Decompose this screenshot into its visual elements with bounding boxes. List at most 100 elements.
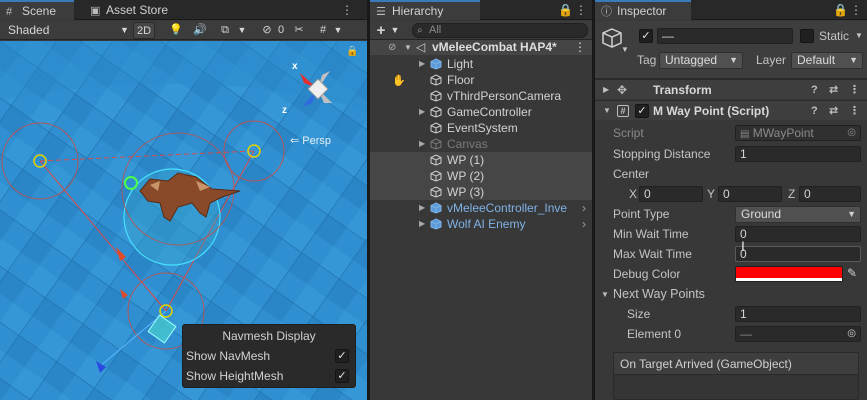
show-navmesh-checkbox[interactable]: ✓ <box>335 349 349 363</box>
debug-color-swatch[interactable] <box>735 266 843 282</box>
prefab-icon <box>430 58 442 70</box>
hierarchy-item[interactable]: WP (2) <box>370 168 592 184</box>
hierarchy-item[interactable]: ▶ Canvas <box>370 136 592 152</box>
audio-icon[interactable]: 🔊 <box>192 22 208 39</box>
static-dropdown-icon[interactable]: ▼ <box>855 31 863 40</box>
max-wait-time-field[interactable]: 0 <box>735 246 861 262</box>
object-name-field[interactable]: — <box>657 28 793 44</box>
expanded-arrow-icon[interactable]: ▼ <box>601 290 609 299</box>
add-button[interactable]: + <box>374 22 388 39</box>
static-checkbox[interactable] <box>800 29 814 43</box>
expand-arrow-icon[interactable]: ▶ <box>419 104 429 120</box>
hierarchy-item[interactable]: ▶ GameController <box>370 104 592 120</box>
icon-dropdown-icon[interactable]: ▼ <box>621 45 629 54</box>
hierarchy-search-input[interactable]: ⌕ All <box>412 23 588 38</box>
center-x-field[interactable]: 0 <box>639 186 703 202</box>
point-type-dropdown[interactable]: Ground ▼ <box>735 206 861 223</box>
waypoint-component-header[interactable]: ▼ # ✓ M Way Point (Script) ? ⇄ ⋮ <box>595 100 867 120</box>
inspector-panel: ⓘ Inspector 🔒 ⋮ ▼ ✓ — Static ▼ Tag Untagg… <box>595 0 867 400</box>
center-z-field[interactable]: 0 <box>799 186 861 202</box>
axis-x-label: x <box>292 61 298 72</box>
gameobject-icon <box>430 74 442 86</box>
layer-dropdown[interactable]: Default ▼ <box>791 52 863 69</box>
shading-mode-dropdown[interactable]: Shaded ▼ <box>8 22 129 39</box>
object-picker-icon[interactable]: ◎ <box>847 327 856 341</box>
prefab-open-icon[interactable]: › <box>582 216 586 232</box>
grid-snap-icon[interactable]: # <box>316 22 330 39</box>
hidden-objects-icon[interactable]: ⊘ <box>260 22 274 39</box>
hierarchy-item[interactable]: WP (3) <box>370 184 592 200</box>
scene-menu-icon[interactable]: ⋮ <box>574 40 586 55</box>
hierarchy-item-label: vMeleeController_Inve <box>447 201 568 215</box>
effects-dropdown-icon[interactable]: ▼ <box>236 22 248 39</box>
hierarchy-item[interactable]: EventSystem <box>370 120 592 136</box>
inspector-tabbar: ⓘ Inspector 🔒 ⋮ <box>595 0 867 20</box>
tab-inspector[interactable]: ⓘ Inspector <box>595 0 691 20</box>
transform-icon: ✥ <box>617 83 628 97</box>
expanded-arrow-icon[interactable]: ▼ <box>603 101 611 121</box>
hierarchy-item[interactable]: vThirdPersonCamera <box>370 88 592 104</box>
eye-off-icon[interactable]: ⊘ <box>388 40 396 55</box>
grid-icon: # <box>6 6 13 18</box>
hierarchy-item[interactable]: Floor <box>370 72 592 88</box>
effects-icon[interactable]: ⧉ <box>216 22 234 39</box>
tab-menu-icon[interactable]: ⋮ <box>340 1 354 19</box>
scene-toolbar: Shaded ▼ 2D 💡 🔊 ⧉ ▼ ⊘ 0 ✂ # ▼ <box>0 21 367 40</box>
hierarchy-item-label: Wolf AI Enemy <box>447 217 526 231</box>
tab-menu-icon[interactable]: ⋮ <box>574 1 588 19</box>
hierarchy-item-label: Canvas <box>447 137 488 151</box>
add-dropdown-icon[interactable]: ▼ <box>390 22 400 39</box>
help-icon[interactable]: ? <box>811 80 818 100</box>
presets-icon[interactable]: ⇄ <box>829 80 838 100</box>
store-icon: ▣ <box>90 5 101 17</box>
event-title: On Target Arrived (GameObject) <box>614 353 858 375</box>
show-heightmesh-row[interactable]: Show HeightMesh ✓ <box>186 367 349 385</box>
hierarchy-item[interactable]: ▶ Light <box>370 56 592 72</box>
persp-label[interactable]: ⇐ Persp <box>290 134 331 147</box>
scene-tabbar: # Scene ▣ Asset Store ⋮ <box>0 0 367 20</box>
chevron-down-icon: ▼ <box>120 25 129 35</box>
tab-scene[interactable]: # Scene <box>0 0 74 20</box>
expand-arrow-icon[interactable]: ▶ <box>419 216 429 232</box>
hierarchy-item[interactable]: ▶ Wolf AI Enemy › <box>370 216 592 232</box>
collapsed-arrow-icon[interactable]: ▶ <box>603 80 609 100</box>
hierarchy-item-label: Light <box>447 57 474 71</box>
expand-arrow-icon[interactable]: ▼ <box>404 40 412 55</box>
lock-icon[interactable]: 🔒 <box>558 1 573 19</box>
component-menu-icon[interactable]: ⋮ <box>849 101 860 121</box>
eyedropper-icon[interactable]: ✎ <box>847 266 857 280</box>
scene-panel: # Scene ▣ Asset Store ⋮ Shaded ▼ 2D 💡 🔊 ⧉ … <box>0 0 367 400</box>
hierarchy-item[interactable]: WP (1) <box>370 152 592 168</box>
tools-icon[interactable]: ✂ <box>292 22 306 39</box>
tag-dropdown[interactable]: Untagged ▼ <box>659 52 743 69</box>
show-heightmesh-checkbox[interactable]: ✓ <box>335 369 349 383</box>
component-enabled-checkbox[interactable]: ✓ <box>635 104 649 118</box>
expand-arrow-icon[interactable]: ▶ <box>419 136 429 152</box>
component-menu-icon[interactable]: ⋮ <box>849 80 860 100</box>
hierarchy-panel: ☰ Hierarchy 🔒 ⋮ + ▼ ⌕ All ⊘ ▼ ◁ vMeleeComb… <box>370 0 592 400</box>
tab-asset-store[interactable]: ▣ Asset Store <box>84 0 180 20</box>
next-waypoints-size-field[interactable]: 1 <box>735 306 861 322</box>
prefab-open-icon[interactable]: › <box>582 200 586 216</box>
gameobject-cube-icon[interactable] <box>601 27 623 49</box>
grid-dropdown-icon[interactable]: ▼ <box>332 22 344 39</box>
lighting-icon[interactable]: 💡 <box>168 22 184 39</box>
hierarchy-item[interactable]: ▶ vMeleeController_Inve › <box>370 200 592 216</box>
scene-root-row[interactable]: ⊘ ▼ ◁ vMeleeCombat HAP4* ⋮ <box>370 40 592 55</box>
element-0-field[interactable]: — ◎ <box>735 326 861 342</box>
active-checkbox[interactable]: ✓ <box>639 29 653 43</box>
toggle-2d-button[interactable]: 2D <box>133 22 155 39</box>
show-navmesh-row[interactable]: Show NavMesh ✓ <box>186 347 349 365</box>
unity-scene-icon: ◁ <box>416 40 426 54</box>
stopping-distance-field[interactable]: 1 <box>735 146 861 162</box>
tab-menu-icon[interactable]: ⋮ <box>849 1 863 19</box>
expand-arrow-icon[interactable]: ▶ <box>419 56 429 72</box>
lock-icon[interactable]: 🔒 <box>833 1 848 19</box>
expand-arrow-icon[interactable]: ▶ <box>419 200 429 216</box>
help-icon[interactable]: ? <box>811 101 818 121</box>
center-y-field[interactable]: 0 <box>718 186 782 202</box>
tab-hierarchy[interactable]: ☰ Hierarchy <box>370 0 480 20</box>
presets-icon[interactable]: ⇄ <box>829 101 838 121</box>
transform-component-header[interactable]: ▶ ✥ Transform ? ⇄ ⋮ <box>595 79 867 99</box>
min-wait-time-field[interactable]: 0 <box>735 226 861 242</box>
